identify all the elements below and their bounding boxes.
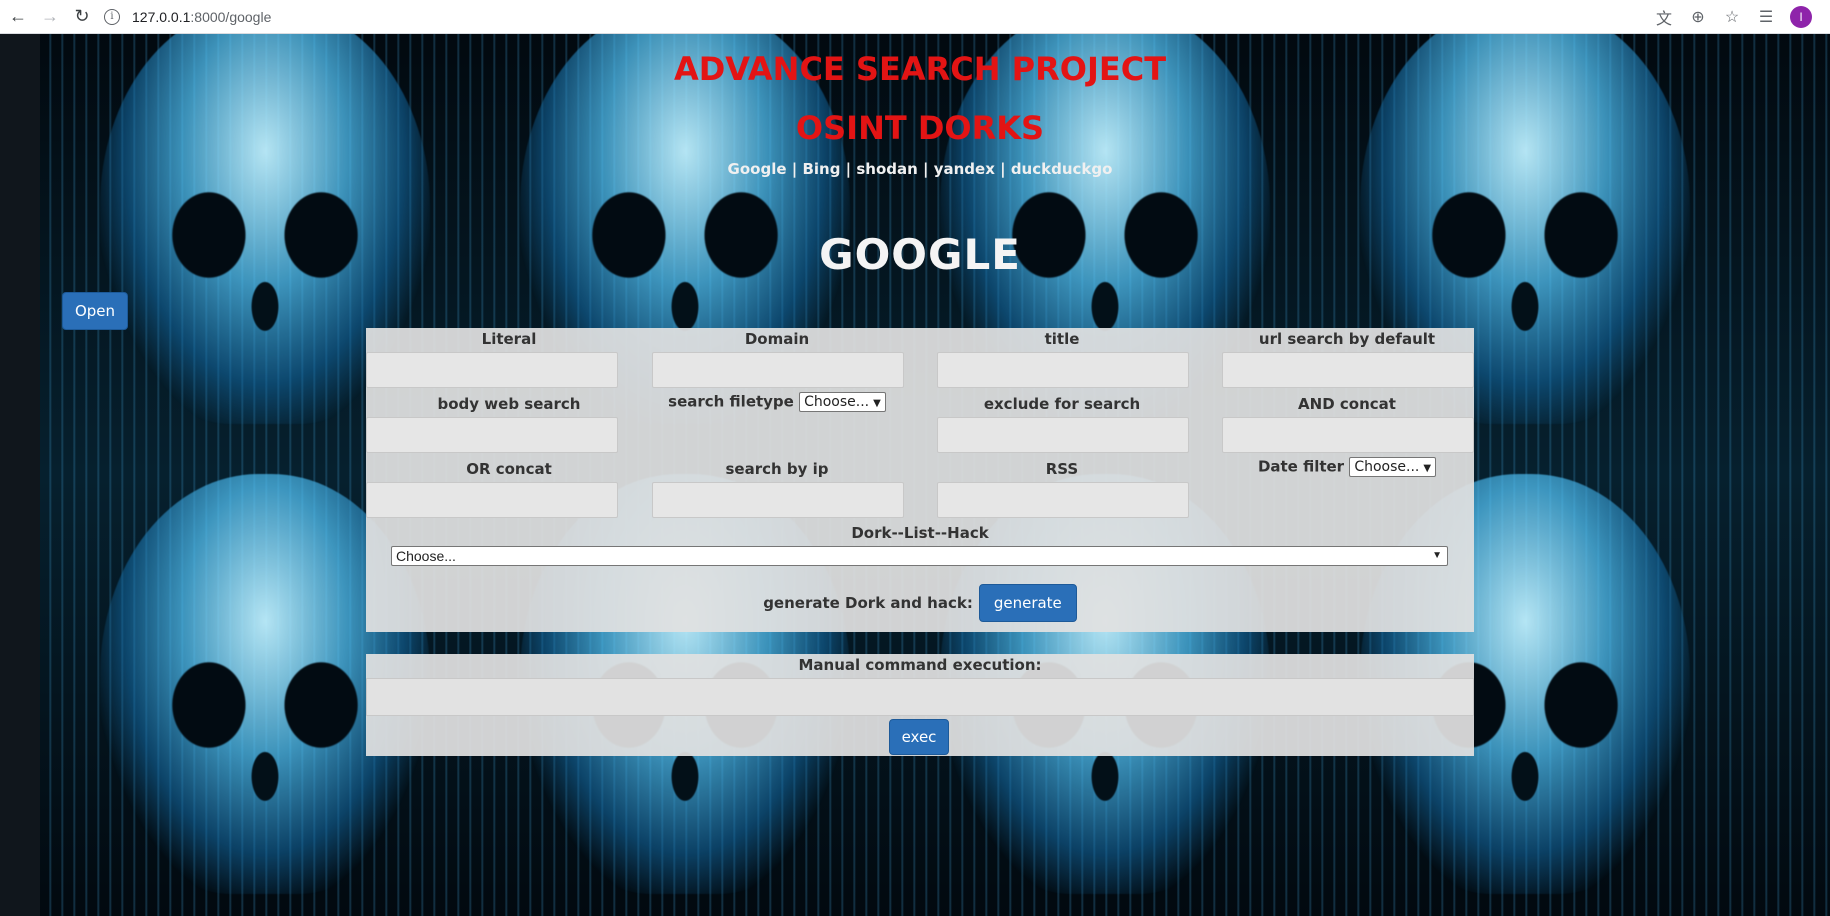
dork-list-label: Dork--List--Hack: [851, 524, 989, 542]
left-side-strip: [0, 34, 40, 916]
search-ip-label: search by ip: [725, 460, 829, 478]
literal-label: Literal: [481, 330, 537, 348]
profile-avatar[interactable]: I: [1790, 6, 1812, 28]
chevron-down-icon: ▼: [873, 398, 881, 409]
manual-command-label: Manual command execution:: [798, 656, 1042, 674]
forward-icon[interactable]: →: [36, 3, 64, 31]
filetype-field: search filetype Choose... ▼: [634, 392, 920, 412]
or-concat-label: OR concat: [466, 460, 552, 478]
chevron-down-icon: ▼: [1432, 550, 1442, 561]
date-filter-selected: Choose...: [1354, 459, 1420, 475]
literal-input[interactable]: [366, 352, 618, 388]
filetype-selected: Choose...: [804, 394, 870, 410]
rss-input[interactable]: [937, 482, 1189, 518]
manual-command-panel: Manual command execution: exec: [366, 654, 1474, 756]
manual-command-input[interactable]: [366, 678, 1474, 716]
url-path: :8000/google: [190, 9, 272, 25]
or-concat-input[interactable]: [366, 482, 618, 518]
generate-button[interactable]: generate: [978, 584, 1077, 622]
domain-label: Domain: [744, 330, 810, 348]
engine-list: Google | Bing | shodan | yandex | duckdu…: [727, 160, 1113, 178]
address-bar[interactable]: i 127.0.0.1:8000/google: [104, 3, 1644, 31]
site-info-icon[interactable]: i: [104, 9, 120, 25]
domain-input[interactable]: [652, 352, 904, 388]
filetype-label: search filetype: [668, 392, 794, 411]
page-viewport: ADVANCE SEARCH PROJECT OSINT DORKS Googl…: [0, 34, 1830, 916]
chevron-down-icon: ▼: [1423, 463, 1432, 474]
and-concat-label: AND concat: [1298, 395, 1396, 413]
body-search-label: body web search: [437, 395, 581, 413]
date-filter-select[interactable]: Choose... ▼: [1349, 457, 1437, 477]
page-subtitle: OSINT DORKS: [795, 109, 1045, 147]
open-button[interactable]: Open: [62, 292, 128, 330]
exclude-label: exclude for search: [983, 395, 1141, 413]
generate-label: generate Dork and hack:: [763, 594, 973, 612]
url-search-label: url search by default: [1258, 330, 1436, 348]
title-label: title: [1044, 330, 1080, 348]
filetype-select[interactable]: Choose... ▼: [799, 392, 886, 412]
title-input[interactable]: [937, 352, 1189, 388]
url-search-input[interactable]: [1222, 352, 1474, 388]
and-concat-input[interactable]: [1222, 417, 1474, 453]
search-ip-input[interactable]: [652, 482, 904, 518]
reading-list-icon[interactable]: ☰: [1756, 7, 1776, 27]
dork-list-select[interactable]: Choose... ▼: [391, 546, 1448, 566]
exclude-input[interactable]: [937, 417, 1189, 453]
page-title: ADVANCE SEARCH PROJECT: [673, 50, 1167, 88]
back-icon[interactable]: ←: [4, 3, 32, 31]
body-search-input[interactable]: [366, 417, 618, 453]
dork-list-selected: Choose...: [396, 548, 456, 564]
exec-button[interactable]: exec: [889, 719, 949, 755]
engine-heading: GOOGLE: [819, 230, 1021, 279]
generate-row: generate Dork and hack: generate: [366, 584, 1474, 622]
translate-icon[interactable]: 文: [1654, 5, 1674, 29]
date-filter-label: Date filter: [1257, 457, 1345, 476]
date-filter-field: Date filter Choose... ▼: [1204, 457, 1490, 477]
url-host: 127.0.0.1: [132, 9, 191, 25]
rss-label: RSS: [1045, 460, 1079, 478]
reload-icon[interactable]: ↻: [68, 3, 96, 31]
zoom-icon[interactable]: ⊕: [1688, 7, 1708, 27]
bookmark-star-icon[interactable]: ☆: [1722, 7, 1742, 27]
dork-form-panel: Literal Domain title url search by defau…: [366, 328, 1474, 632]
browser-toolbar: ← → ↻ i 127.0.0.1:8000/google 文 ⊕ ☆ ☰ I: [0, 0, 1830, 34]
